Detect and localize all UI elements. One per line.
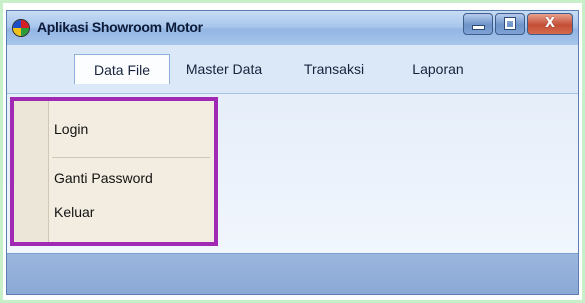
window-title: Aplikasi Showroom Motor — [37, 19, 203, 35]
close-icon: X — [544, 16, 556, 31]
menu-item-login[interactable]: Login — [54, 118, 88, 140]
close-button[interactable]: X — [527, 13, 573, 35]
menu-separator — [52, 157, 210, 158]
app-window: Aplikasi Showroom Motor X Data File Mast… — [6, 10, 579, 295]
menu-item-ganti-password[interactable]: Ganti Password — [54, 167, 153, 189]
app-logo-icon — [13, 20, 29, 36]
menu-icon-gutter — [14, 101, 49, 242]
menu-master-data[interactable]: Master Data — [174, 54, 274, 84]
data-file-dropdown-menu: Login Ganti Password Keluar — [10, 97, 218, 246]
minimize-icon — [473, 26, 484, 29]
maximize-icon — [505, 18, 515, 29]
menu-bar: Data File Master Data Transaksi Laporan — [7, 45, 578, 93]
menu-transaksi[interactable]: Transaksi — [291, 54, 377, 84]
minimize-button[interactable] — [463, 13, 493, 35]
menu-item-keluar[interactable]: Keluar — [54, 201, 94, 223]
status-bar — [7, 253, 578, 294]
maximize-button[interactable] — [495, 13, 525, 35]
menu-laporan[interactable]: Laporan — [395, 54, 481, 84]
title-bar[interactable]: Aplikasi Showroom Motor X — [7, 11, 578, 46]
menu-data-file[interactable]: Data File — [74, 54, 170, 84]
